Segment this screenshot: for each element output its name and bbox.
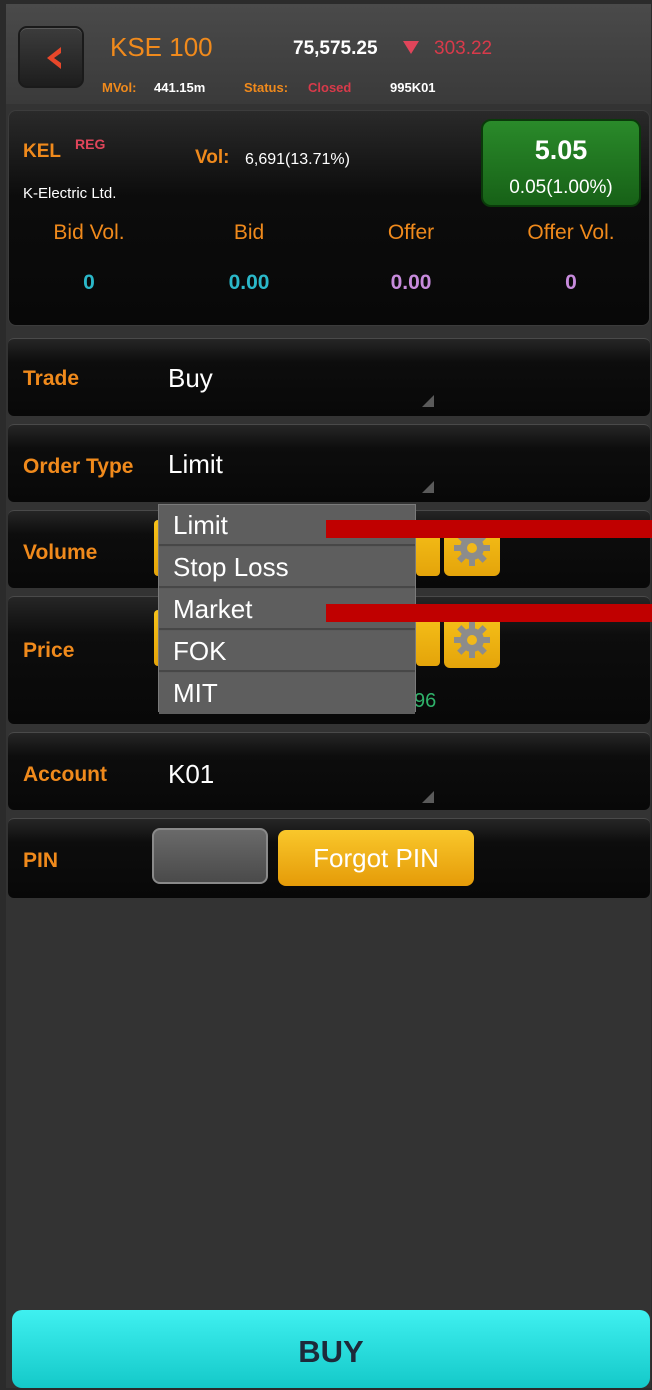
company-name: K-Electric Ltd. bbox=[23, 185, 117, 202]
price-change: 0.05(1.00%) bbox=[509, 177, 613, 198]
dropdown-option-fok[interactable]: FOK bbox=[159, 631, 415, 672]
back-button[interactable] bbox=[18, 26, 84, 88]
down-arrow-icon bbox=[403, 41, 419, 54]
index-header: KSE 100 75,575.25 303.22 MVol: 441.15m S… bbox=[6, 4, 651, 104]
account-value[interactable]: K01 bbox=[168, 759, 214, 790]
spinner-indicator-icon bbox=[422, 395, 434, 407]
spinner-indicator-icon bbox=[422, 481, 434, 493]
last-price-box: 5.05 0.05(1.00%) bbox=[481, 119, 641, 207]
index-change: 303.22 bbox=[434, 38, 493, 59]
index-name[interactable]: KSE 100 bbox=[110, 32, 213, 63]
order-type-value[interactable]: Limit bbox=[168, 449, 223, 480]
pin-label: PIN bbox=[23, 849, 59, 872]
annotation-bar bbox=[326, 604, 652, 622]
status-value: Closed bbox=[308, 80, 352, 95]
offer-label: Offer bbox=[387, 221, 435, 244]
status-label: Status: bbox=[244, 80, 289, 95]
gear-icon bbox=[454, 622, 490, 658]
account-label: Account bbox=[23, 763, 107, 786]
offer-value: 0.00 bbox=[390, 271, 432, 294]
annotation-bar bbox=[326, 520, 652, 538]
mvol-value: 441.15m bbox=[154, 80, 206, 95]
trade-value[interactable]: Buy bbox=[168, 363, 213, 394]
dropdown-option-stop-loss[interactable]: Stop Loss bbox=[159, 547, 415, 588]
volume-value: 6,691(13.71%) bbox=[245, 151, 350, 168]
index-value: 75,575.25 bbox=[293, 38, 378, 59]
dropdown-option-mit[interactable]: MIT bbox=[159, 673, 415, 714]
bid-vol-value: 0 bbox=[83, 271, 95, 294]
offer-vol-value: 0 bbox=[565, 271, 577, 294]
mvol-label: MVol: bbox=[102, 80, 137, 95]
bid-label: Bid bbox=[233, 221, 265, 244]
pin-input[interactable] bbox=[152, 828, 268, 884]
last-price: 5.05 bbox=[534, 135, 588, 165]
back-arrow-icon bbox=[47, 47, 61, 69]
forgot-pin-button[interactable]: Forgot PIN bbox=[278, 830, 474, 886]
offer-vol-label: Offer Vol. bbox=[527, 221, 615, 244]
order-type-label: Order Type bbox=[23, 455, 134, 478]
price-range-hint: 96 bbox=[414, 690, 437, 712]
bid-vol-label: Bid Vol. bbox=[53, 221, 125, 244]
symbol: KEL bbox=[23, 141, 61, 162]
volume-label: Vol: bbox=[195, 147, 230, 168]
order-type-row[interactable]: Order Type Limit bbox=[8, 424, 650, 502]
trade-row[interactable]: Trade Buy bbox=[8, 338, 650, 416]
account-row[interactable]: Account K01 bbox=[8, 732, 650, 810]
trade-label: Trade bbox=[23, 367, 80, 390]
volume-field-label: Volume bbox=[23, 541, 98, 564]
buy-button[interactable]: BUY bbox=[12, 1310, 650, 1388]
account-code: 995K01 bbox=[390, 80, 436, 95]
spinner-indicator-icon bbox=[422, 791, 434, 803]
quote-panel: KEL REG K-Electric Ltd. Vol: 6,691(13.71… bbox=[8, 110, 650, 326]
bid-value: 0.00 bbox=[228, 271, 270, 294]
price-field-label: Price bbox=[23, 639, 75, 662]
symbol-tag: REG bbox=[75, 136, 106, 152]
